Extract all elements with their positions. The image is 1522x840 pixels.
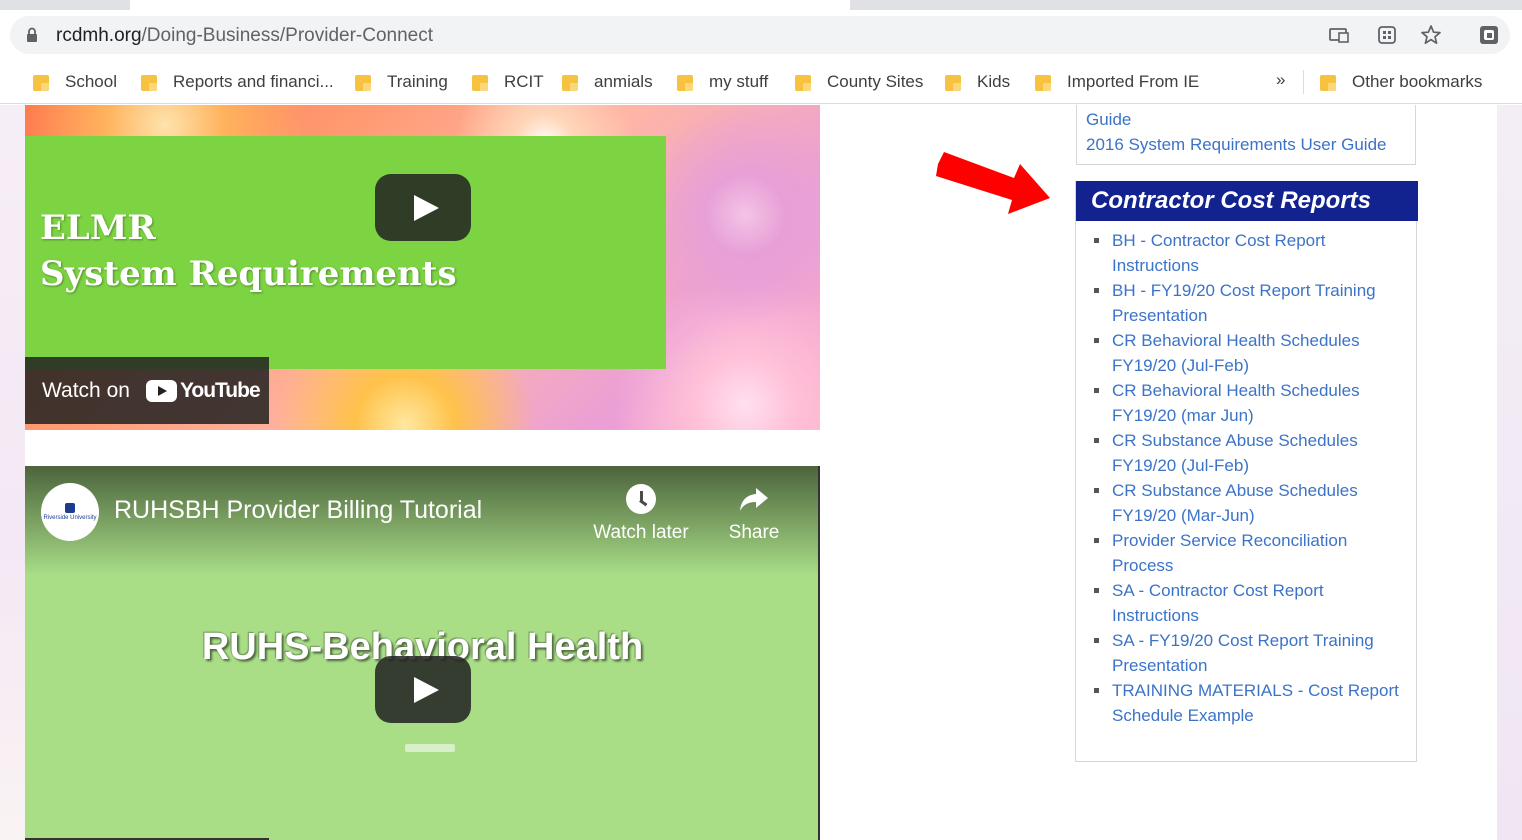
bookmark-label: anmials: [594, 72, 653, 91]
watch-on-youtube-button[interactable]: Watch on YouTube: [25, 357, 269, 424]
bookmark-label: Reports and financi...: [173, 72, 334, 91]
bookmark-folder-kids[interactable]: Kids: [945, 70, 1010, 94]
folder-icon: [355, 73, 371, 91]
bookmarks-overflow-chevron[interactable]: »: [1276, 70, 1285, 90]
clock-icon: [626, 484, 656, 514]
bookmark-label: Training: [387, 72, 448, 91]
contractor-cost-reports-panel: Contractor Cost Reports BH - Contractor …: [1075, 181, 1418, 762]
browser-toolbar: rcdmh.org/Doing-Business/Provider-Connec…: [0, 10, 1522, 60]
url-host: rcdmh.org: [56, 25, 142, 46]
list-item-link[interactable]: CR Substance Abuse Schedules FY19/20 (Ma…: [1090, 478, 1410, 528]
bookmark-label: County Sites: [827, 72, 924, 91]
watch-later-button[interactable]: Watch later: [591, 484, 691, 544]
bookmark-label: my stuff: [709, 72, 769, 91]
tab-strip: [0, 0, 1522, 10]
play-button[interactable]: [375, 174, 471, 241]
folder-icon: [33, 73, 49, 91]
folder-icon: [472, 73, 488, 91]
channel-logo-text: Riverside University: [43, 514, 97, 521]
cost-report-links: BH - Contractor Cost Report Instructions…: [1090, 228, 1410, 728]
youtube-logo: YouTube: [145, 378, 261, 403]
address-bar[interactable]: rcdmh.org/Doing-Business/Provider-Connec…: [10, 16, 1510, 54]
folder-icon: [945, 73, 961, 91]
watch-on-label: Watch on: [42, 378, 130, 402]
play-button[interactable]: [375, 656, 471, 723]
bookmark-folder-school[interactable]: School: [33, 70, 117, 94]
folder-icon: [1320, 73, 1336, 91]
cast-icon[interactable]: [1328, 24, 1350, 46]
bookmark-label: Kids: [977, 72, 1011, 91]
list-item-link[interactable]: CR Substance Abuse Schedules FY19/20 (Ju…: [1090, 428, 1410, 478]
youtube-play-icon: [145, 379, 177, 402]
page-left-margin: [0, 105, 25, 840]
panel-title: Contractor Cost Reports: [1076, 181, 1418, 221]
url-path: /Doing-Business/Provider-Connect: [141, 25, 433, 46]
share-icon: [740, 488, 768, 511]
video-title[interactable]: RUHSBH Provider Billing Tutorial: [114, 496, 482, 525]
bookmark-folder-rcit[interactable]: RCIT: [472, 70, 544, 94]
bookmarks-separator: [1303, 70, 1304, 94]
page-right-margin: [1497, 105, 1522, 840]
bookmark-folder-my-stuff[interactable]: my stuff: [677, 70, 768, 94]
bookmark-folder-training[interactable]: Training: [355, 70, 448, 94]
folder-icon: [141, 73, 157, 91]
watch-later-label: Watch later: [593, 522, 689, 543]
bookmark-folder-other-bookmarks[interactable]: Other bookmarks: [1320, 70, 1482, 94]
video-embed-elmr[interactable]: ELMR System Requirements Watch on YouTub…: [25, 105, 820, 430]
extension-icon[interactable]: [1478, 24, 1500, 46]
list-item-link[interactable]: Provider Service Reconciliation Process: [1090, 528, 1410, 578]
active-tab[interactable]: [130, 0, 850, 10]
university-logo-icon: [65, 502, 75, 513]
list-item-link[interactable]: TRAINING MATERIALS - Cost Report Schedul…: [1090, 678, 1410, 728]
folder-icon: [677, 73, 693, 91]
list-item-link[interactable]: BH - Contractor Cost Report Instructions: [1090, 228, 1410, 278]
bookmark-label: Other bookmarks: [1352, 72, 1483, 91]
folder-icon: [795, 73, 811, 91]
bookmark-label: RCIT: [504, 72, 544, 91]
list-item-link[interactable]: CR Behavioral Health Schedules FY19/20 (…: [1090, 378, 1410, 428]
qr-code-icon[interactable]: [1376, 24, 1398, 46]
guide-link[interactable]: Guide: [1086, 110, 1131, 130]
list-item-link[interactable]: CR Behavioral Health Schedules FY19/20 (…: [1090, 328, 1410, 378]
user-guides-box: Guide 2016 System Requirements User Guid…: [1076, 105, 1416, 165]
url-text[interactable]: rcdmh.org/Doing-Business/Provider-Connec…: [56, 25, 433, 47]
share-button[interactable]: Share: [704, 484, 804, 544]
youtube-wordmark: YouTube: [179, 378, 261, 402]
channel-avatar[interactable]: Riverside University: [41, 483, 99, 541]
bookmark-folder-county-sites[interactable]: County Sites: [795, 70, 923, 94]
system-requirements-guide-link[interactable]: 2016 System Requirements User Guide: [1086, 135, 1386, 155]
list-item-link[interactable]: SA - FY19/20 Cost Report Training Presen…: [1090, 628, 1410, 678]
list-item-link[interactable]: BH - FY19/20 Cost Report Training Presen…: [1090, 278, 1410, 328]
list-item-link[interactable]: SA - Contractor Cost Report Instructions: [1090, 578, 1410, 628]
bookmark-label: Imported From IE: [1067, 72, 1200, 91]
folder-icon: [1035, 73, 1051, 91]
bookmark-folder-anmials[interactable]: anmials: [562, 70, 653, 94]
share-label: Share: [728, 522, 780, 543]
star-icon[interactable]: [1420, 24, 1442, 46]
video-thumbnail-caption: [405, 744, 455, 752]
bookmark-label: School: [65, 72, 117, 91]
bookmark-folder-imported-from-ie[interactable]: Imported From IE: [1035, 70, 1199, 94]
bookmark-folder-reports[interactable]: Reports and financi...: [141, 70, 334, 94]
video-thumbnail-title-line2: System Requirements: [40, 254, 457, 294]
lock-icon[interactable]: [26, 27, 38, 43]
bookmarks-bar: School Reports and financi... Training R…: [0, 60, 1522, 104]
folder-icon: [562, 73, 578, 91]
red-arrow-icon: [936, 152, 1050, 214]
video-embed-billing-tutorial[interactable]: Riverside University RUHSBH Provider Bil…: [25, 466, 820, 840]
